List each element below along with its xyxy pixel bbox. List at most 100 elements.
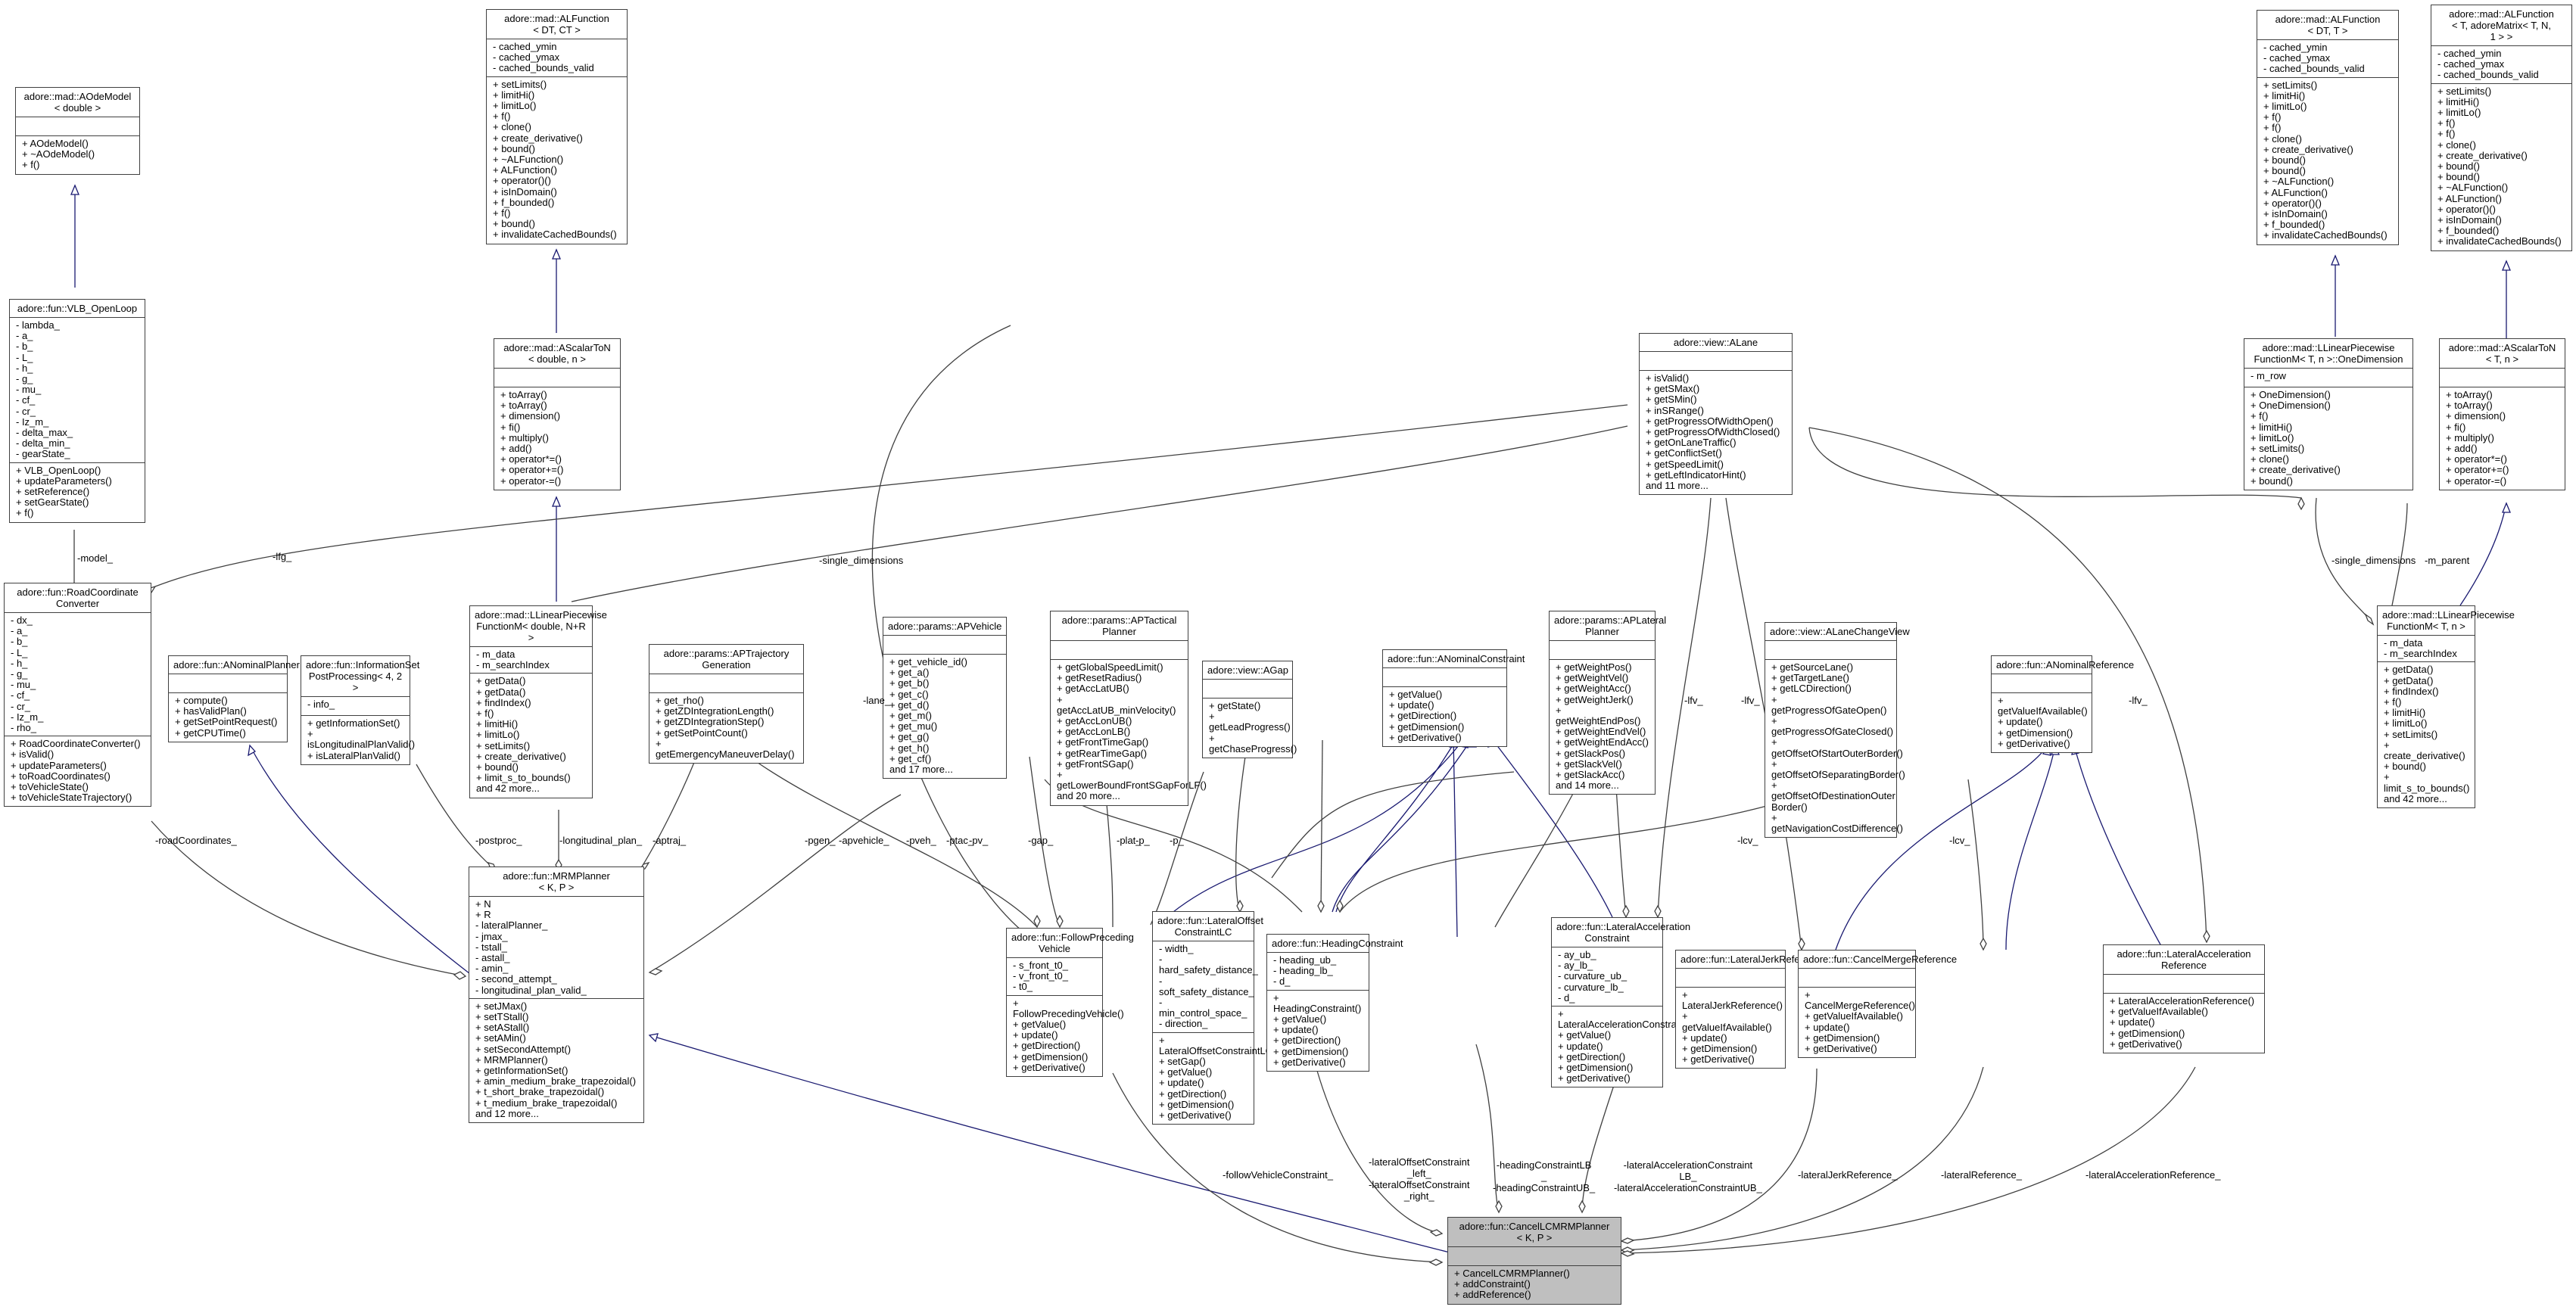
class-title: adore::view::AGap (1203, 661, 1292, 680)
inheritance-edge (2073, 745, 2162, 947)
class-box-anominal-reference[interactable]: adore::fun::ANominalReference + getValue… (1991, 655, 2134, 754)
class-title: adore::mad::AScalarToN < T, n > (2440, 339, 2565, 369)
association-edge (1657, 497, 1712, 918)
class-box-alfunction-dt-ct[interactable]: adore::mad::ALFunction < DT, CT > - cach… (486, 9, 628, 244)
class-box-cancellc-mrmplanner[interactable]: adore::fun::CancelLCMRMPlanner < K, P > … (1447, 1217, 1621, 1305)
class-title: adore::fun::InformationSet PostProcessin… (301, 656, 419, 697)
class-box-aptrajectory-generation[interactable]: adore::params::APTrajectory Generation +… (649, 644, 804, 764)
class-title: adore::fun::LateralJerkReference (1676, 951, 1824, 969)
association-edge (1235, 756, 1246, 913)
class-attributes (1383, 668, 1506, 687)
inheritance-edge (1335, 737, 1458, 913)
edge-label: -postproc_ (475, 835, 522, 846)
class-attributes: - m_data - m_searchIndex (2378, 636, 2475, 663)
class-title: adore::params::APTactical Planner (1051, 611, 1188, 641)
class-operations: + isValid() + getSMax() + getSMin() + in… (1646, 372, 1780, 492)
class-box-mrmplanner[interactable]: adore::fun::MRMPlanner < K, P > + N + R … (469, 867, 644, 1124)
aggregation-diamond (1620, 1250, 1635, 1257)
class-box-agap[interactable]: adore::view::AGap + getState() + getLead… (1202, 661, 1297, 759)
class-operations: + LateralJerkReference() + getValueIfAva… (1682, 989, 1783, 1066)
class-box-anominal-constraint[interactable]: adore::fun::ANominalConstraint + getValu… (1382, 649, 1525, 748)
class-title: adore::fun::FollowPreceding Vehicle (1007, 929, 1134, 958)
class-box-llinearpiecewise-double[interactable]: adore::mad::LLinearPiecewise FunctionM< … (469, 605, 607, 798)
association-edge (1615, 786, 1627, 918)
class-box-alanechange-view[interactable]: adore::view::ALaneChangeView + getSource… (1765, 622, 1910, 839)
class-box-alfunction-dt-t[interactable]: adore::mad::ALFunction < DT, T > - cache… (2257, 10, 2399, 245)
class-operations: + compute() + hasValidPlan() + getSetPoi… (175, 695, 278, 739)
edge-label: -lateralAccelerationConstraint LB_ -late… (1614, 1159, 1762, 1193)
class-box-ascalartoN-t[interactable]: adore::mad::AScalarToN < T, n > + toArra… (2439, 338, 2565, 490)
class-title: adore::mad::LLinearPiecewise FunctionM< … (2378, 606, 2515, 636)
class-box-aodemodel[interactable]: adore::mad::AOdeModel < double > + AOdeM… (15, 87, 140, 175)
aggregation-diamond (1980, 937, 1987, 951)
class-title: adore::mad::ALFunction < DT, T > (2257, 11, 2398, 40)
edge-label: -single_dimensions (2331, 555, 2416, 566)
association-edge (571, 425, 1628, 602)
class-title: adore::fun::CancelMergeReference (1799, 951, 1957, 969)
edge-label: -lfv_ (2129, 695, 2148, 706)
class-attributes (169, 674, 287, 693)
aggregation-diamond (2364, 613, 2375, 626)
class-attributes: - s_front_t0_ - v_front_t0_ - t0_ (1007, 958, 1102, 996)
class-box-cancel-merge-reference[interactable]: adore::fun::CancelMergeReference + Cance… (1798, 950, 1957, 1059)
edge-label: -longitudinal_plan_ (559, 835, 643, 846)
class-box-ascalartoN-double[interactable]: adore::mad::AScalarToN < double, n > + t… (494, 338, 621, 490)
class-attributes: - width_ - hard_safety_distance_ - soft_… (1153, 941, 1258, 1033)
class-box-vlb-openloop[interactable]: adore::fun::VLB_OpenLoop - lambda_ - a_ … (9, 299, 145, 523)
class-box-lateral-acceleration-constraint[interactable]: adore::fun::LateralAcceleration Constrai… (1551, 917, 1693, 1088)
class-box-informationset-postprocessing[interactable]: adore::fun::InformationSet PostProcessin… (301, 655, 419, 765)
class-box-aplateral-planner[interactable]: adore::params::APLateral Planner + getWe… (1549, 611, 1666, 795)
edge-label: -lateralReference_ (1941, 1169, 2022, 1181)
edge-label: -followVehicleConstraint_ (1223, 1169, 1333, 1181)
class-title: adore::fun::CancelLCMRMPlanner < K, P > (1448, 1218, 1621, 1247)
class-box-anominal-planner[interactable]: adore::fun::ANominalPlanner + compute() … (168, 655, 300, 742)
class-operations: + toArray() + toArray() + dimension() + … (2446, 389, 2509, 487)
inheritance-arrowhead (552, 496, 561, 507)
class-box-aptactical-planner[interactable]: adore::params::APTactical Planner + getG… (1050, 611, 1207, 806)
class-box-alane[interactable]: adore::view::ALane + isValid() + getSMax… (1639, 333, 1793, 496)
class-title: adore::fun::LateralAcceleration Constrai… (1552, 918, 1690, 947)
inheritance-arrowhead (2331, 254, 2340, 266)
class-box-apvehicle[interactable]: adore::params::APVehicle + get_vehicle_i… (883, 617, 1007, 779)
class-attributes (2104, 975, 2264, 994)
inheritance-arrowhead (70, 184, 79, 195)
class-operations: + CancelMergeReference() + getValueIfAva… (1805, 989, 1915, 1055)
class-operations: + get_rho() + getZDIntegrationLength() +… (656, 695, 795, 761)
association-edge (1316, 1070, 1443, 1234)
class-operations: + setLimits() + limitHi() + limitLo() + … (2437, 85, 2562, 247)
class-attributes (1799, 969, 1915, 988)
class-operations: + FollowPrecedingVehicle() + getValue() … (1013, 997, 1124, 1073)
inheritance-edge (249, 745, 474, 977)
class-title: adore::mad::AScalarToN < double, n > (494, 339, 620, 369)
class-attributes (1203, 680, 1292, 699)
class-operations: + OneDimension() + OneDimension() + f() … (2250, 389, 2341, 487)
class-title: adore::mad::LLinearPiecewise FunctionM< … (2244, 339, 2412, 369)
class-title: adore::fun::ANominalReference (1992, 656, 2134, 674)
class-title: adore::fun::RoadCoordinate Converter (5, 583, 151, 613)
class-operations: + VLB_OpenLoop() + updateParameters() + … (16, 464, 112, 519)
aggregation-diamond (453, 971, 467, 980)
class-box-road-coordinate-converter[interactable]: adore::fun::RoadCoordinate Converter - d… (4, 583, 151, 807)
class-attributes (1765, 641, 1896, 660)
class-box-heading-constraint[interactable]: adore::fun::HeadingConstraint - heading_… (1266, 934, 1403, 1072)
edge-label: -lcv_ (1737, 835, 1758, 846)
inheritance-arrowhead (552, 248, 561, 260)
class-box-lateral-jerk-reference[interactable]: adore::fun::LateralJerkReference + Later… (1675, 950, 1824, 1069)
class-box-onedimension[interactable]: adore::mad::LLinearPiecewise FunctionM< … (2244, 338, 2413, 490)
edge-label: -aptraj_ (653, 835, 687, 846)
class-box-lateral-acceleration-reference[interactable]: adore::fun::LateralAcceleration Referenc… (2103, 944, 2265, 1054)
class-attributes (16, 117, 139, 136)
class-attributes: - cached_ymin - cached_ymax - cached_bou… (487, 39, 627, 77)
class-box-follow-preceding-vehicle[interactable]: adore::fun::FollowPreceding Vehicle - s_… (1006, 928, 1134, 1078)
aggregation-diamond (1056, 914, 1064, 929)
class-box-alfunction-t-matrix[interactable]: adore::mad::ALFunction < T, adoreMatrix<… (2431, 5, 2572, 251)
aggregation-diamond (648, 968, 663, 975)
class-box-lateral-offset-constraint-lc[interactable]: adore::fun::LateralOffset ConstraintLC -… (1152, 911, 1279, 1125)
association-edge (1104, 786, 1114, 928)
class-box-llinearpiecewise-t[interactable]: adore::mad::LLinearPiecewise FunctionM< … (2377, 605, 2515, 809)
class-attributes (494, 369, 620, 387)
association-edge (1808, 427, 2302, 499)
class-operations: + LateralAccelerationReference() + getVa… (2110, 995, 2255, 1050)
class-operations: + getValueIfAvailable() + update() + get… (1998, 695, 2088, 749)
aggregation-diamond (1622, 904, 1630, 919)
